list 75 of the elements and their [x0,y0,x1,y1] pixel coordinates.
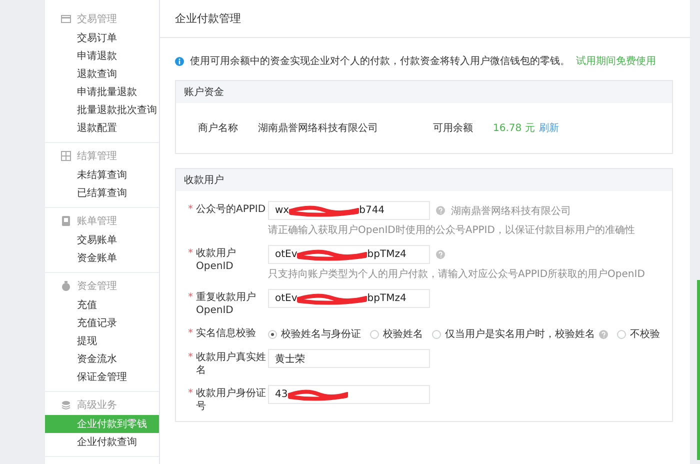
sidebar-item[interactable]: 退款配置 [45,119,159,137]
required-mark: * [188,247,193,261]
help-icon[interactable] [599,330,608,338]
field-value: otEv [275,249,298,260]
group-title: 账单管理 [77,214,117,228]
group-title: 结算管理 [77,150,117,163]
radio-button[interactable] [432,330,441,338]
panel-title: 账户资金 [176,81,672,103]
field-value: 黄士荣 [275,352,305,366]
sidebar-item[interactable]: 申请批量退款 [45,83,159,101]
radio-button[interactable] [370,330,379,338]
input-field[interactable]: 黄士荣 [268,349,430,368]
panel-title: 收款用户 [176,169,672,191]
input-field[interactable]: wx b744 [268,201,430,220]
sidebar-item[interactable]: 提现 [45,332,159,350]
hint-text: 请正确输入获取用户OpenID时使用的公众号APPID，以保证付款目标用户的准确性 [268,224,635,237]
document-icon [61,216,71,226]
radio-button[interactable] [268,330,277,338]
radio-option[interactable]: 不校验 [617,327,660,341]
sidebar-item[interactable]: 保证金管理 [45,368,159,386]
field-label: 实名信息校验 [196,327,256,340]
field-label: 商户名称 [198,122,239,135]
sidebar-item[interactable]: 充值 [45,296,159,314]
group-title: 交易管理 [77,12,117,26]
field-value: 43 [275,389,288,400]
field-label: 重复收款用户OpenID [196,291,257,317]
required-mark: * [188,351,193,365]
merchant-name: 湖南鼎誉网络科技有限公司 [258,122,379,135]
sidebar-item[interactable]: 充值记录 [45,314,159,332]
help-text: 湖南鼎誉网络科技有限公司 [451,204,571,218]
notice-text: 使用可用余额中的资金实现企业对个人的付款，付款资金将转入用户微信钱包的零钱。 [190,54,570,68]
sidebar-item[interactable]: 未结算查询 [45,166,159,184]
field-label: 公众号的APPID [196,203,266,216]
sidebar-item[interactable]: 已结算查询 [45,184,159,202]
field-value: wx [275,205,290,216]
field-value: otEv [275,293,298,304]
card-icon [61,14,71,24]
required-mark: * [188,291,193,305]
field-label: 收款用户身份证号 [196,387,267,413]
balance-amount: 16.78 元 [493,122,535,135]
money-bag-icon [61,281,71,291]
group-title: 资金管理 [77,280,117,293]
field-label: 可用余额 [433,122,474,135]
help-icon[interactable] [436,206,445,215]
field-value: bpTMz4 [367,293,406,304]
page-title: 企业付款管理 [160,0,690,38]
sidebar-item[interactable]: 资金流水 [45,350,159,368]
field-label: 收款用户OpenID [196,247,237,273]
sidebar-item[interactable]: 退款查询 [45,65,159,83]
radio-option[interactable]: 校验姓名 [370,327,423,341]
input-field[interactable]: otEv bpTMz4 [268,245,430,264]
sidebar-item[interactable]: 企业付款查询 [45,433,159,451]
field-value: bpTMz4 [367,249,406,260]
sidebar-item[interactable]: 交易订单 [45,29,159,47]
grid-icon [61,151,71,161]
input-field[interactable]: 43 [268,385,430,404]
required-mark: * [188,203,193,216]
help-icon[interactable] [436,250,445,259]
radio-option[interactable]: 仅当用户是实名用户时，校验姓名 [432,327,608,341]
field-label: 收款用户真实姓名 [196,351,267,377]
radio-button[interactable] [617,330,626,338]
sidebar-item[interactable]: 申请退款 [45,47,159,65]
field-value: b744 [359,205,385,216]
info-icon [175,56,184,66]
group-title: 高级业务 [77,398,117,412]
hint-text: 只支持向账户类型为个人的用户付款，请输入对应公众号APPID所获取的用户OpenID [268,268,645,281]
stack-icon [61,400,71,410]
sidebar-item[interactable]: 交易账单 [45,231,159,249]
sidebar-item[interactable]: 资金账单 [45,249,159,267]
scrollbar[interactable] [697,280,700,460]
radio-option[interactable]: 校验姓名与身份证 [268,327,361,341]
required-mark: * [188,387,193,401]
input-field[interactable]: otEv bpTMz4 [268,289,430,308]
required-mark: * [188,327,193,340]
sidebar-item[interactable]: 批量退款批次查询 [45,101,159,119]
